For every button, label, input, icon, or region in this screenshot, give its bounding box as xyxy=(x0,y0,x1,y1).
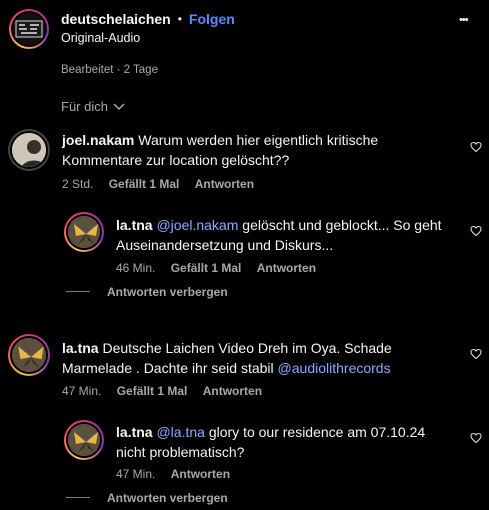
more-options-icon[interactable]: ••• xyxy=(459,14,469,26)
butterfly-photo-icon xyxy=(12,338,46,372)
post-edited-time: Bearbeitet · 2 Tage xyxy=(61,64,158,76)
reply-meta: 47 Min. Antworten xyxy=(116,467,230,481)
comment-meta: 47 Min. Gefällt 1 Mal Antworten xyxy=(62,384,262,398)
reply-reply-button[interactable]: Antworten xyxy=(257,261,316,275)
comment-reply-button[interactable]: Antworten xyxy=(195,177,254,191)
like-heart-icon[interactable] xyxy=(470,141,482,153)
comment-body: joel.nakam Warum werden hier eigentlich … xyxy=(62,130,447,170)
header-separator: • xyxy=(177,12,182,26)
comment-meta: 2 Std. Gefällt 1 Mal Antworten xyxy=(62,177,254,191)
reply-mention[interactable]: @joel.nakam xyxy=(156,217,238,233)
comment-body: la.tna Deutsche Laichen Video Dreh im Oy… xyxy=(62,338,447,378)
sort-label: Für dich xyxy=(61,99,108,114)
commenter-avatar[interactable] xyxy=(8,129,50,171)
comment-mention[interactable]: @audiolithrecords xyxy=(278,360,391,376)
reply-time: 46 Min. xyxy=(116,261,156,275)
reply-reply-button[interactable]: Antworten xyxy=(171,467,230,481)
hide-replies-button[interactable]: Antworten verbergen xyxy=(107,491,228,505)
comment-likes[interactable]: Gefällt 1 Mal xyxy=(117,384,188,398)
replies-divider xyxy=(66,497,90,498)
butterfly-photo-icon xyxy=(68,424,100,456)
reply-username[interactable]: la.tna xyxy=(116,424,153,440)
comment-username[interactable]: la.tna xyxy=(62,340,99,356)
header-row: deutschelaichen • Folgen xyxy=(61,10,235,28)
account-name[interactable]: deutschelaichen xyxy=(61,11,171,27)
comment-username[interactable]: joel.nakam xyxy=(62,132,134,148)
butterfly-photo-icon xyxy=(68,216,100,248)
account-avatar[interactable] xyxy=(9,9,49,49)
comment-time: 2 Std. xyxy=(62,177,94,191)
follow-button[interactable]: Folgen xyxy=(189,11,235,27)
replies-divider xyxy=(66,291,90,292)
chevron-down-icon xyxy=(113,102,125,110)
like-heart-icon[interactable] xyxy=(470,348,482,360)
reply-time: 47 Min. xyxy=(116,467,156,481)
reply-body: la.tna @joel.nakam gelöscht und geblockt… xyxy=(116,215,446,255)
hide-replies-button[interactable]: Antworten verbergen xyxy=(107,285,228,299)
logo-icon xyxy=(15,20,43,38)
reply-body: la.tna @la.tna glory to our residence am… xyxy=(116,422,446,462)
commenter-avatar[interactable] xyxy=(8,334,50,376)
reply-avatar[interactable] xyxy=(64,212,104,252)
comment-likes[interactable]: Gefällt 1 Mal xyxy=(109,177,180,191)
sort-dropdown[interactable]: Für dich xyxy=(61,99,125,114)
like-heart-icon[interactable] xyxy=(470,225,482,237)
reply-username[interactable]: la.tna xyxy=(116,217,153,233)
like-heart-icon[interactable] xyxy=(470,432,482,444)
comment-reply-button[interactable]: Antworten xyxy=(203,384,262,398)
person-photo-icon xyxy=(12,133,46,167)
comment-time: 47 Min. xyxy=(62,384,102,398)
comments-panel: deutschelaichen • Folgen Original-Audio … xyxy=(0,0,489,510)
audio-label[interactable]: Original-Audio xyxy=(61,31,140,45)
reply-avatar[interactable] xyxy=(64,420,104,460)
reply-mention[interactable]: @la.tna xyxy=(156,424,204,440)
reply-meta: 46 Min. Gefällt 1 Mal Antworten xyxy=(116,261,316,275)
reply-likes[interactable]: Gefällt 1 Mal xyxy=(171,261,242,275)
